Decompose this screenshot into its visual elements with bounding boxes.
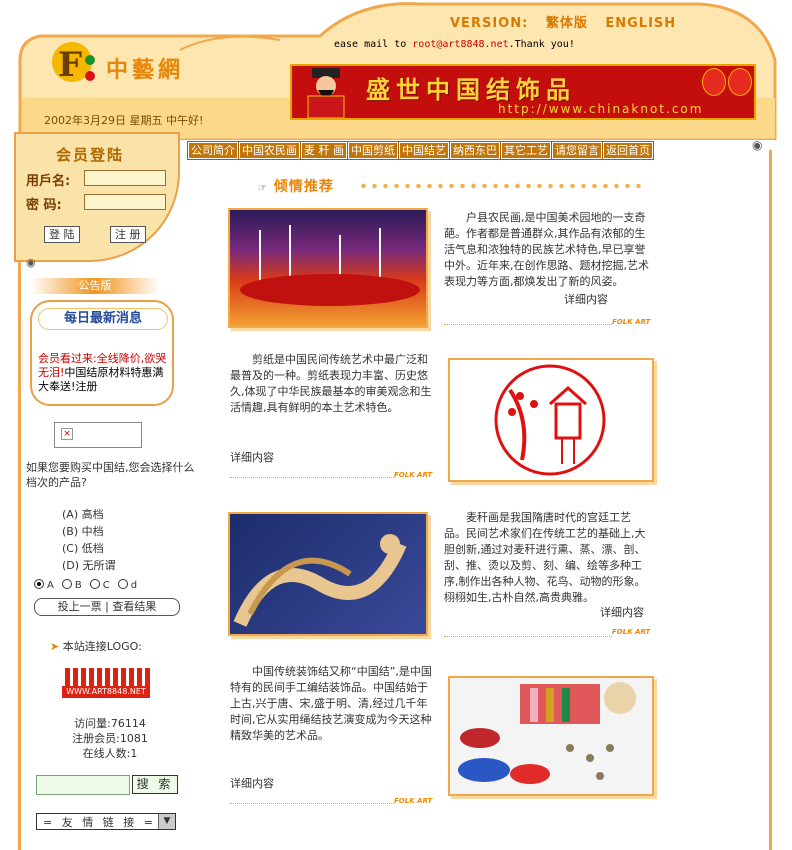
nav-straw-painting[interactable]: 麦 秆 画	[300, 141, 348, 160]
date-greeting: 2002年3月29日 星期五 中午好!	[44, 114, 204, 127]
site-name: 中藝網	[106, 57, 185, 83]
item2-detail-link[interactable]: 详细内容	[230, 449, 274, 465]
flower-pattern-icon	[62, 668, 150, 686]
recommend-heading: ☞ 倾情推荐	[258, 176, 334, 196]
broken-image: ×	[54, 422, 142, 448]
poll-radios: A B C d	[34, 578, 137, 591]
poll-radio-b[interactable]: B	[61, 578, 82, 591]
broken-image-icon: ×	[61, 428, 73, 440]
online-count: 在线人数:1	[82, 747, 138, 760]
contact-email-link[interactable]: root@art8848.net	[412, 39, 508, 50]
svg-text:F: F	[58, 45, 82, 85]
divider	[230, 477, 394, 478]
logo-caption: WWW.ART8848.NET	[66, 687, 146, 696]
member-login: 会员登陆 用戶名: 密 码: 登 陆 注 册	[14, 132, 180, 262]
main-nav: 公司简介 中国农民画 麦 秆 画 中国剪纸 中国结艺 纳西东巴 其它工艺 请您留…	[187, 141, 654, 160]
item4-text: 中国传统装饰结又称“中国结”,是中国特有的民间手工编结装饰品。中国结始于上古,兴…	[230, 665, 432, 742]
news-ticker[interactable]: 会员看过来:全线降价,欲哭无泪!中国结原材料特惠满大奉送!注册	[38, 352, 168, 394]
nav-home[interactable]: 返回首页	[602, 141, 654, 160]
chinese-knot-image[interactable]	[448, 676, 654, 796]
link-logo-label: 本站连接LOGO:	[62, 640, 142, 653]
nav-chinese-knot[interactable]: 中国结艺	[398, 141, 450, 160]
recommend-title: 倾情推荐	[273, 179, 334, 195]
version-label: VERSION:	[450, 16, 529, 31]
pin-icon: ◉	[752, 138, 763, 152]
pointer-icon: ☞	[258, 183, 268, 194]
link-logo-row: ➤ 本站连接LOGO:	[50, 638, 142, 654]
item4-detail-link[interactable]: 详细内容	[230, 775, 274, 791]
lantern-icon	[728, 68, 752, 96]
poll-question: 如果您要购买中国结,您会选择什么档次的产品?	[26, 461, 195, 489]
straw-painting-image[interactable]	[228, 512, 428, 636]
divider	[444, 636, 612, 637]
username-input[interactable]	[84, 170, 166, 186]
poll-option-b: (B) 中档	[62, 525, 104, 538]
knot-materials-art	[458, 682, 636, 784]
poll-radio-d[interactable]: d	[117, 578, 137, 591]
god-of-wealth-icon	[307, 68, 345, 118]
scroll-suffix: .Thank you!	[508, 39, 575, 50]
daily-news-box: 每日最新消息 会员看过来:全线降价,欲哭无泪!中国结原材料特惠满大奉送!注册	[30, 300, 174, 406]
paper-cut-image[interactable]	[448, 358, 654, 482]
item1-text: 户县农民画,是中国美术园地的一支奇葩。作者都是普通群众,其作品有浓郁的生活气息和…	[444, 211, 649, 288]
english-link[interactable]: ENGLISH	[605, 16, 676, 31]
nav-farmer-painting[interactable]: 中国农民画	[238, 141, 301, 160]
poll-option-c: (C) 低档	[62, 542, 104, 555]
nav-other-crafts[interactable]: 其它工艺	[500, 141, 552, 160]
friend-links-select[interactable]: = 友 情 链 接 = ▼	[36, 813, 176, 830]
folk-art-label: FOLK ART	[612, 318, 651, 326]
poll-option-d: (D) 无所谓	[62, 559, 116, 572]
member-count: 注册会员:1081	[72, 732, 148, 745]
poll-radio-a[interactable]: A	[34, 578, 54, 591]
vote-button[interactable]: 投上一票 | 查看结果	[34, 598, 180, 616]
nav-company[interactable]: 公司简介	[187, 141, 239, 160]
chevron-down-icon: ▼	[158, 814, 175, 829]
nav-paper-cut[interactable]: 中国剪纸	[347, 141, 399, 160]
register-button[interactable]: 注 册	[110, 226, 146, 243]
item3-detail-link[interactable]: 详细内容	[600, 604, 644, 620]
folk-art-label: FOLK ART	[612, 628, 651, 636]
password-input[interactable]	[84, 194, 166, 210]
paper-cut-art	[494, 364, 606, 476]
password-label: 密 码:	[26, 198, 62, 213]
search-button[interactable]: 搜 索	[132, 775, 178, 794]
right-border-line	[769, 150, 772, 850]
poll-radio-c[interactable]: C	[89, 578, 110, 591]
item1-detail-link[interactable]: 详细内容	[564, 291, 608, 307]
banner-url: http://www.chinaknot.com	[498, 102, 704, 116]
version-switch: VERSION: 繁体版 ENGLISH	[450, 12, 688, 31]
login-title: 会员登陆	[56, 146, 125, 164]
farmer-painting-art	[240, 225, 420, 306]
divider	[444, 324, 612, 325]
divider	[230, 803, 394, 804]
item3-text: 麦秆画是我国隋唐时代的宫廷工艺品。民间艺术家们在传统工艺的基础上,大胆创新,通过…	[444, 511, 646, 604]
scroll-prefix: ease mail to	[334, 39, 413, 50]
arrow-icon: ➤	[50, 640, 60, 653]
item2-text: 剪纸是中国民间传统艺术中最广泛和最普及的一种。剪纸表现力丰富、历史悠久,体现了中…	[230, 353, 432, 414]
friend-links-value: = 友 情 链 接 =	[43, 816, 156, 829]
folk-art-label: FOLK ART	[394, 471, 433, 479]
visit-count: 访问量:76114	[74, 717, 146, 730]
pin-icon: ◉	[26, 256, 36, 269]
banner-title: 盛世中国结饰品	[366, 75, 576, 104]
login-button[interactable]: 登 陆	[44, 226, 80, 243]
scrolling-notice: ease mail to root@art8848.net.Thank you!	[334, 39, 575, 50]
news-heading: 每日最新消息	[38, 308, 168, 330]
nav-naxi-dongba[interactable]: 纳西东巴	[449, 141, 501, 160]
art8848-logo[interactable]: WWW.ART8848.NET	[62, 668, 150, 698]
notice-tab: 公告版	[30, 278, 160, 294]
nav-guestbook[interactable]: 请您留言	[551, 141, 603, 160]
dot-divider	[358, 183, 644, 189]
traditional-link[interactable]: 繁体版	[546, 16, 588, 31]
chinaknot-banner[interactable]: 盛世中国结饰品 http://www.chinaknot.com	[290, 64, 756, 120]
search-input[interactable]	[36, 775, 130, 795]
username-label: 用戶名:	[26, 174, 71, 189]
site-stats: 访问量:76114 注册会员:1081 在线人数:1	[60, 716, 160, 761]
left-border-line	[18, 260, 21, 850]
poll-option-a: (A) 高档	[62, 508, 104, 521]
farmer-painting-image[interactable]	[228, 208, 428, 328]
folk-art-label: FOLK ART	[394, 797, 433, 805]
lantern-icon	[702, 68, 726, 96]
dragon-icon	[233, 534, 407, 627]
